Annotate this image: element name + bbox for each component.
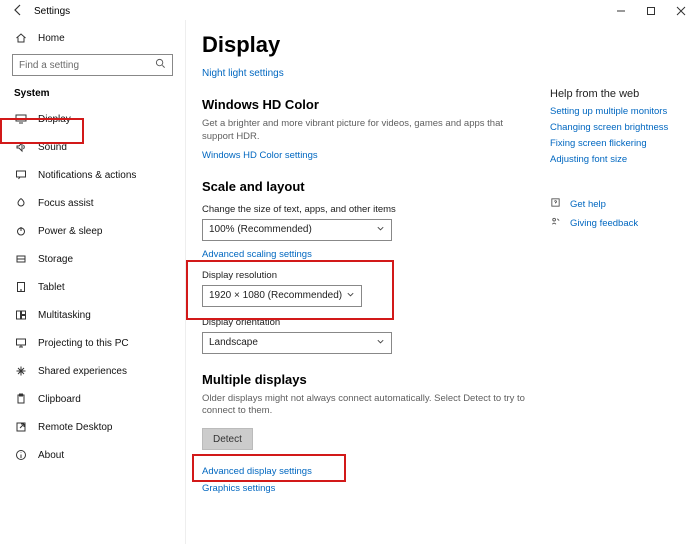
sidebar-item-label: Focus assist (38, 198, 94, 209)
sidebar-item-projecting[interactable]: Projecting to this PC (0, 329, 185, 357)
power-icon (14, 225, 28, 237)
shared-icon (14, 365, 28, 377)
sidebar-item-label: Projecting to this PC (38, 338, 129, 349)
sidebar-item-label: Display (38, 114, 71, 125)
multiple-displays-desc: Older displays might not always connect … (202, 393, 532, 419)
sound-icon (14, 141, 28, 153)
advanced-scaling-link[interactable]: Advanced scaling settings (202, 249, 532, 260)
sidebar-item-label: About (38, 450, 64, 461)
maximize-button[interactable] (636, 2, 666, 20)
sidebar-item-label: Sound (38, 142, 67, 153)
projecting-icon (14, 337, 28, 349)
home-icon (14, 32, 28, 44)
sidebar-item-clipboard[interactable]: Clipboard (0, 385, 185, 413)
sidebar-item-power[interactable]: Power & sleep (0, 217, 185, 245)
sidebar-section-system: System (0, 84, 185, 105)
sidebar-item-remote[interactable]: Remote Desktop (0, 413, 185, 441)
window-title: Settings (34, 6, 70, 17)
main-content: Display Night light settings Windows HD … (202, 28, 532, 544)
multiple-displays-heading: Multiple displays (202, 372, 532, 387)
sidebar-item-about[interactable]: About (0, 441, 185, 469)
feedback-icon (550, 216, 564, 230)
sidebar-item-multitasking[interactable]: Multitasking (0, 301, 185, 329)
storage-icon (14, 253, 28, 265)
sidebar-item-label: Power & sleep (38, 226, 102, 237)
notifications-icon (14, 169, 28, 181)
help-heading: Help from the web (550, 88, 690, 100)
advanced-display-link[interactable]: Advanced display settings (202, 466, 532, 477)
tablet-icon (14, 281, 28, 293)
help-icon (550, 197, 564, 211)
focus-assist-icon (14, 197, 28, 209)
sidebar-item-focus-assist[interactable]: Focus assist (0, 189, 185, 217)
sidebar: Home Find a setting System Display Sound… (0, 20, 186, 544)
resolution-value: 1920 × 1080 (Recommended) (209, 290, 342, 301)
search-placeholder: Find a setting (19, 60, 79, 71)
sidebar-item-label: Tablet (38, 282, 65, 293)
sidebar-home[interactable]: Home (0, 24, 185, 52)
display-icon (14, 113, 28, 125)
sidebar-item-storage[interactable]: Storage (0, 245, 185, 273)
sidebar-home-label: Home (38, 33, 65, 44)
graphics-settings-link[interactable]: Graphics settings (202, 483, 532, 494)
help-panel: Help from the web Setting up multiple mo… (532, 28, 700, 544)
sidebar-item-label: Clipboard (38, 394, 81, 405)
close-button[interactable] (666, 2, 696, 20)
orientation-select[interactable]: Landscape (202, 332, 392, 354)
sidebar-item-label: Remote Desktop (38, 422, 112, 433)
night-light-link[interactable]: Night light settings (202, 68, 532, 79)
chevron-down-icon (346, 290, 355, 302)
about-icon (14, 449, 28, 461)
resolution-select[interactable]: 1920 × 1080 (Recommended) (202, 285, 362, 307)
give-feedback-link[interactable]: Giving feedback (550, 216, 690, 230)
sidebar-item-label: Storage (38, 254, 73, 265)
search-input[interactable]: Find a setting (12, 54, 173, 76)
chevron-down-icon (376, 224, 385, 236)
scale-value: 100% (Recommended) (209, 224, 312, 235)
page-title: Display (202, 32, 532, 58)
sidebar-item-sound[interactable]: Sound (0, 133, 185, 161)
search-icon (155, 58, 166, 72)
get-help-link[interactable]: Get help (550, 197, 690, 211)
hd-color-link[interactable]: Windows HD Color settings (202, 150, 532, 161)
multitasking-icon (14, 309, 28, 321)
sidebar-item-tablet[interactable]: Tablet (0, 273, 185, 301)
minimize-button[interactable] (606, 2, 636, 20)
hd-color-heading: Windows HD Color (202, 97, 532, 112)
sidebar-item-label: Notifications & actions (38, 170, 136, 181)
back-icon[interactable] (12, 4, 24, 19)
help-link[interactable]: Changing screen brightness (550, 122, 690, 133)
sidebar-item-display[interactable]: Display (0, 105, 185, 133)
detect-button[interactable]: Detect (202, 428, 253, 450)
help-link[interactable]: Fixing screen flickering (550, 138, 690, 149)
hd-color-desc: Get a brighter and more vibrant picture … (202, 118, 532, 144)
orientation-value: Landscape (209, 337, 258, 348)
sidebar-item-notifications[interactable]: Notifications & actions (0, 161, 185, 189)
clipboard-icon (14, 393, 28, 405)
help-link[interactable]: Adjusting font size (550, 154, 690, 165)
remote-icon (14, 421, 28, 433)
titlebar: Settings (0, 0, 700, 20)
chevron-down-icon (376, 337, 385, 349)
help-link[interactable]: Setting up multiple monitors (550, 106, 690, 117)
orientation-label: Display orientation (202, 317, 532, 328)
window-controls (606, 2, 696, 20)
sidebar-item-shared[interactable]: Shared experiences (0, 357, 185, 385)
scale-select[interactable]: 100% (Recommended) (202, 219, 392, 241)
sidebar-item-label: Shared experiences (38, 366, 127, 377)
scale-heading: Scale and layout (202, 179, 532, 194)
resolution-label: Display resolution (202, 270, 532, 281)
sidebar-item-label: Multitasking (38, 310, 91, 321)
scale-label: Change the size of text, apps, and other… (202, 204, 532, 215)
